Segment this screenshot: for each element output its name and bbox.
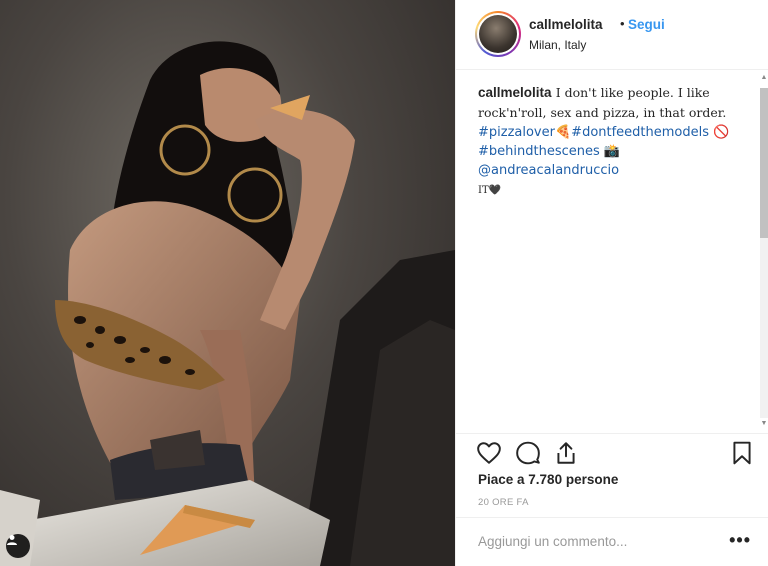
- pizza-emoji: 🍕: [554, 125, 572, 140]
- hashtag-dontfeedthemodels[interactable]: #dontfeedthemodels: [571, 125, 709, 140]
- comment-icon: [516, 441, 540, 465]
- post-caption: callmelolita I don't like people. I like…: [478, 83, 748, 200]
- scroll-down-arrow[interactable]: ▼: [760, 420, 768, 432]
- hashtag-pizzalover[interactable]: #pizzalover: [478, 125, 555, 140]
- avatar: [479, 15, 517, 53]
- likes-count[interactable]: Piace a 7.780 persone: [478, 472, 618, 487]
- post-photo[interactable]: [0, 0, 455, 566]
- no-entry-emoji: 🚫: [713, 125, 730, 140]
- bookmark-icon: [733, 441, 751, 465]
- location-link[interactable]: Milan, Italy: [529, 38, 586, 52]
- comment-button[interactable]: [515, 440, 541, 466]
- user-tag-icon: [7, 535, 17, 545]
- share-button[interactable]: [553, 440, 579, 466]
- share-icon: [557, 442, 575, 464]
- user-tag-button[interactable]: [6, 534, 30, 558]
- post-timestamp[interactable]: 20 ORE FA: [478, 497, 529, 508]
- hashtag-behindthescenes[interactable]: #behindthescenes: [478, 144, 600, 159]
- comment-input[interactable]: [478, 534, 708, 549]
- instagram-post-view: callmelolita • Segui Milan, Italy callme…: [0, 0, 768, 566]
- post-side-panel: callmelolita • Segui Milan, Italy callme…: [455, 0, 768, 566]
- photo-illustration: [0, 41, 455, 566]
- caption-text-1: I don't like people. I like: [555, 85, 710, 100]
- caption-suffix: IT🖤: [478, 185, 502, 196]
- like-button[interactable]: [476, 440, 502, 466]
- actions-divider: [456, 433, 768, 435]
- scroll-up-arrow[interactable]: ▲: [760, 74, 768, 86]
- caption-username-link[interactable]: callmelolita: [478, 85, 552, 100]
- separator-dot: •: [620, 16, 625, 31]
- comment-row: •••: [456, 517, 768, 566]
- caption-text-2: rock'n'roll, sex and pizza, in that orde…: [478, 105, 727, 120]
- heart-icon: [477, 442, 501, 464]
- avatar-story-ring[interactable]: [475, 11, 521, 57]
- save-button[interactable]: [729, 440, 755, 466]
- post-header: callmelolita • Segui Milan, Italy: [456, 0, 768, 70]
- more-options-button[interactable]: •••: [729, 530, 751, 551]
- mention-link[interactable]: @andreacalandruccio: [478, 163, 619, 178]
- camera-emoji: 📸: [603, 144, 621, 159]
- scrollbar-thumb[interactable]: [760, 88, 768, 238]
- follow-button[interactable]: Segui: [628, 17, 665, 32]
- username-link[interactable]: callmelolita: [529, 17, 603, 32]
